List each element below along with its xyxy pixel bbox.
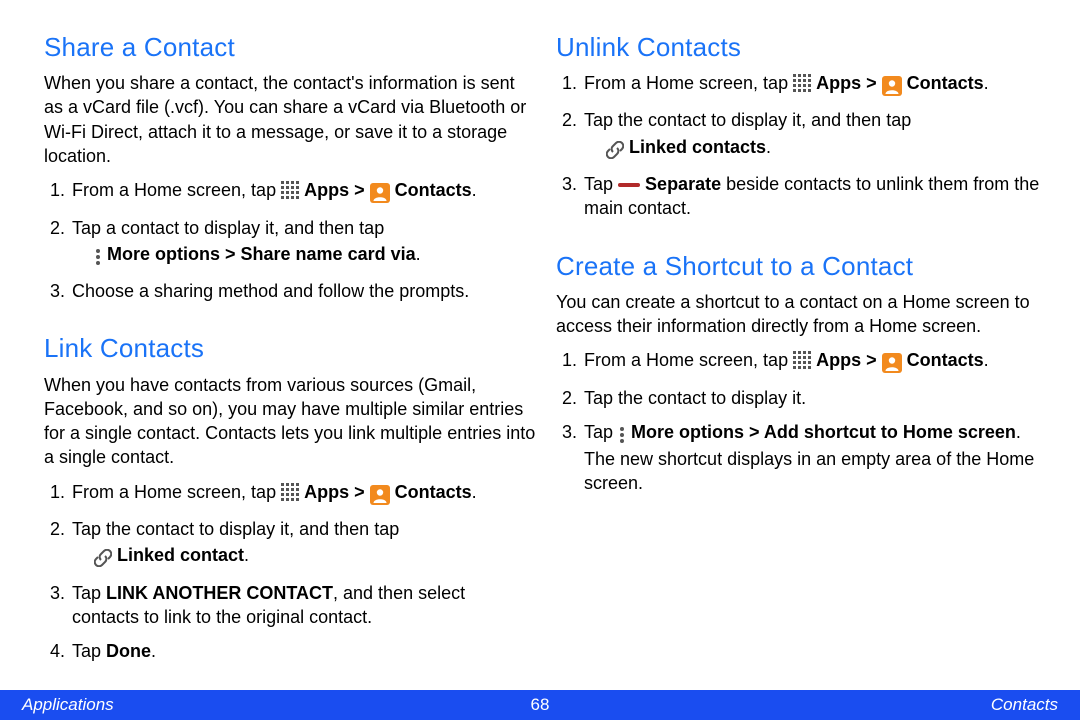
list-item: Tap LINK ANOTHER CONTACT, and then selec…: [70, 581, 536, 630]
steps-share-a-contact: From a Home screen, tap Apps > Contacts.…: [44, 178, 536, 303]
apps-grid-icon: [793, 74, 811, 98]
contacts-icon: [882, 351, 902, 375]
heading-link-contacts: Link Contacts: [44, 331, 536, 366]
step-text: .: [151, 641, 156, 661]
link-icon: [94, 546, 112, 570]
step-text: Tap the contact to display it, and then …: [72, 519, 399, 539]
more-options-icon: [618, 423, 626, 447]
heading-share-a-contact: Share a Contact: [44, 30, 536, 65]
list-item: Tap Separate beside contacts to unlink t…: [582, 172, 1048, 221]
contacts-label: Contacts: [395, 482, 472, 502]
step-text: Tap a contact to display it, and then ta…: [72, 218, 384, 238]
intro-link-contacts: When you have contacts from various sour…: [44, 373, 536, 470]
step-text: Tap: [72, 641, 106, 661]
apps-grid-icon: [281, 181, 299, 205]
apps-label: Apps >: [816, 73, 882, 93]
linked-contacts-label: Linked contacts: [629, 137, 766, 157]
apps-label: Apps >: [304, 482, 370, 502]
step-text: .: [984, 73, 989, 93]
list-item: Tap More options > Add shortcut to Home …: [582, 420, 1048, 496]
heading-create-shortcut: Create a Shortcut to a Contact: [556, 249, 1048, 284]
list-item: Tap Done.: [70, 639, 536, 663]
step-text: Tap: [72, 583, 106, 603]
list-item: Tap the contact to display it, and then …: [70, 517, 536, 571]
list-item: Choose a sharing method and follow the p…: [70, 279, 536, 303]
list-item: Tap the contact to display it.: [582, 386, 1048, 410]
apps-label: Apps >: [304, 180, 370, 200]
list-item: Tap the contact to display it, and then …: [582, 108, 1048, 162]
more-options-icon: [94, 245, 102, 269]
step-text: .: [984, 350, 989, 370]
done-label: Done: [106, 641, 151, 661]
contacts-label: Contacts: [907, 350, 984, 370]
contacts-icon: [370, 181, 390, 205]
separate-minus-icon: [618, 183, 640, 187]
right-column: Unlink Contacts From a Home screen, tap …: [556, 30, 1048, 690]
apps-grid-icon: [793, 351, 811, 375]
footer-left: Applications: [22, 694, 114, 717]
footer-bar: Applications 68 Contacts: [0, 690, 1080, 720]
step-text: .: [416, 244, 421, 264]
step-text: Tap the contact to display it.: [584, 388, 806, 408]
step-subline: Linked contacts.: [584, 135, 1048, 162]
list-item: Tap a contact to display it, and then ta…: [70, 216, 536, 270]
step-text: From a Home screen, tap: [584, 73, 793, 93]
contacts-label: Contacts: [907, 73, 984, 93]
step-text: .: [472, 180, 477, 200]
apps-label: Apps >: [816, 350, 882, 370]
step-text: From a Home screen, tap: [584, 350, 793, 370]
left-column: Share a Contact When you share a contact…: [44, 30, 536, 690]
footer-right: Contacts: [991, 694, 1058, 717]
step-text: Tap: [584, 422, 618, 442]
separate-label: Separate: [645, 174, 721, 194]
list-item: From a Home screen, tap Apps > Contacts.: [70, 178, 536, 205]
step-text: .: [766, 137, 771, 157]
apps-grid-icon: [281, 483, 299, 507]
step-text: .: [244, 545, 249, 565]
steps-create-shortcut: From a Home screen, tap Apps > Contacts.…: [556, 348, 1048, 495]
intro-create-shortcut: You can create a shortcut to a contact o…: [556, 290, 1048, 339]
step-text: .: [472, 482, 477, 502]
step-text: From a Home screen, tap: [72, 180, 281, 200]
list-item: From a Home screen, tap Apps > Contacts.: [582, 71, 1048, 98]
document-page: Share a Contact When you share a contact…: [0, 0, 1080, 720]
step-text: From a Home screen, tap: [72, 482, 281, 502]
intro-share-a-contact: When you share a contact, the contact's …: [44, 71, 536, 168]
step-text: Choose a sharing method and follow the p…: [72, 281, 469, 301]
more-options-label: More options > Share name card via: [107, 244, 416, 264]
contacts-icon: [370, 483, 390, 507]
step-subline: Linked contact.: [72, 543, 536, 570]
step-text: Tap the contact to display it, and then …: [584, 110, 911, 130]
link-another-label: LINK ANOTHER CONTACT: [106, 583, 333, 603]
linked-contact-label: Linked contact: [117, 545, 244, 565]
list-item: From a Home screen, tap Apps > Contacts.: [70, 480, 536, 507]
steps-link-contacts: From a Home screen, tap Apps > Contacts.…: [44, 480, 536, 664]
list-item: From a Home screen, tap Apps > Contacts.: [582, 348, 1048, 375]
page-number: 68: [531, 694, 550, 717]
heading-unlink-contacts: Unlink Contacts: [556, 30, 1048, 65]
contacts-icon: [882, 74, 902, 98]
add-shortcut-label: More options > Add shortcut to Home scre…: [631, 422, 1016, 442]
two-column-layout: Share a Contact When you share a contact…: [0, 0, 1080, 690]
step-text: Tap: [584, 174, 618, 194]
contacts-label: Contacts: [395, 180, 472, 200]
link-icon: [606, 138, 624, 162]
steps-unlink-contacts: From a Home screen, tap Apps > Contacts.…: [556, 71, 1048, 220]
step-subline: More options > Share name card via.: [72, 242, 536, 269]
